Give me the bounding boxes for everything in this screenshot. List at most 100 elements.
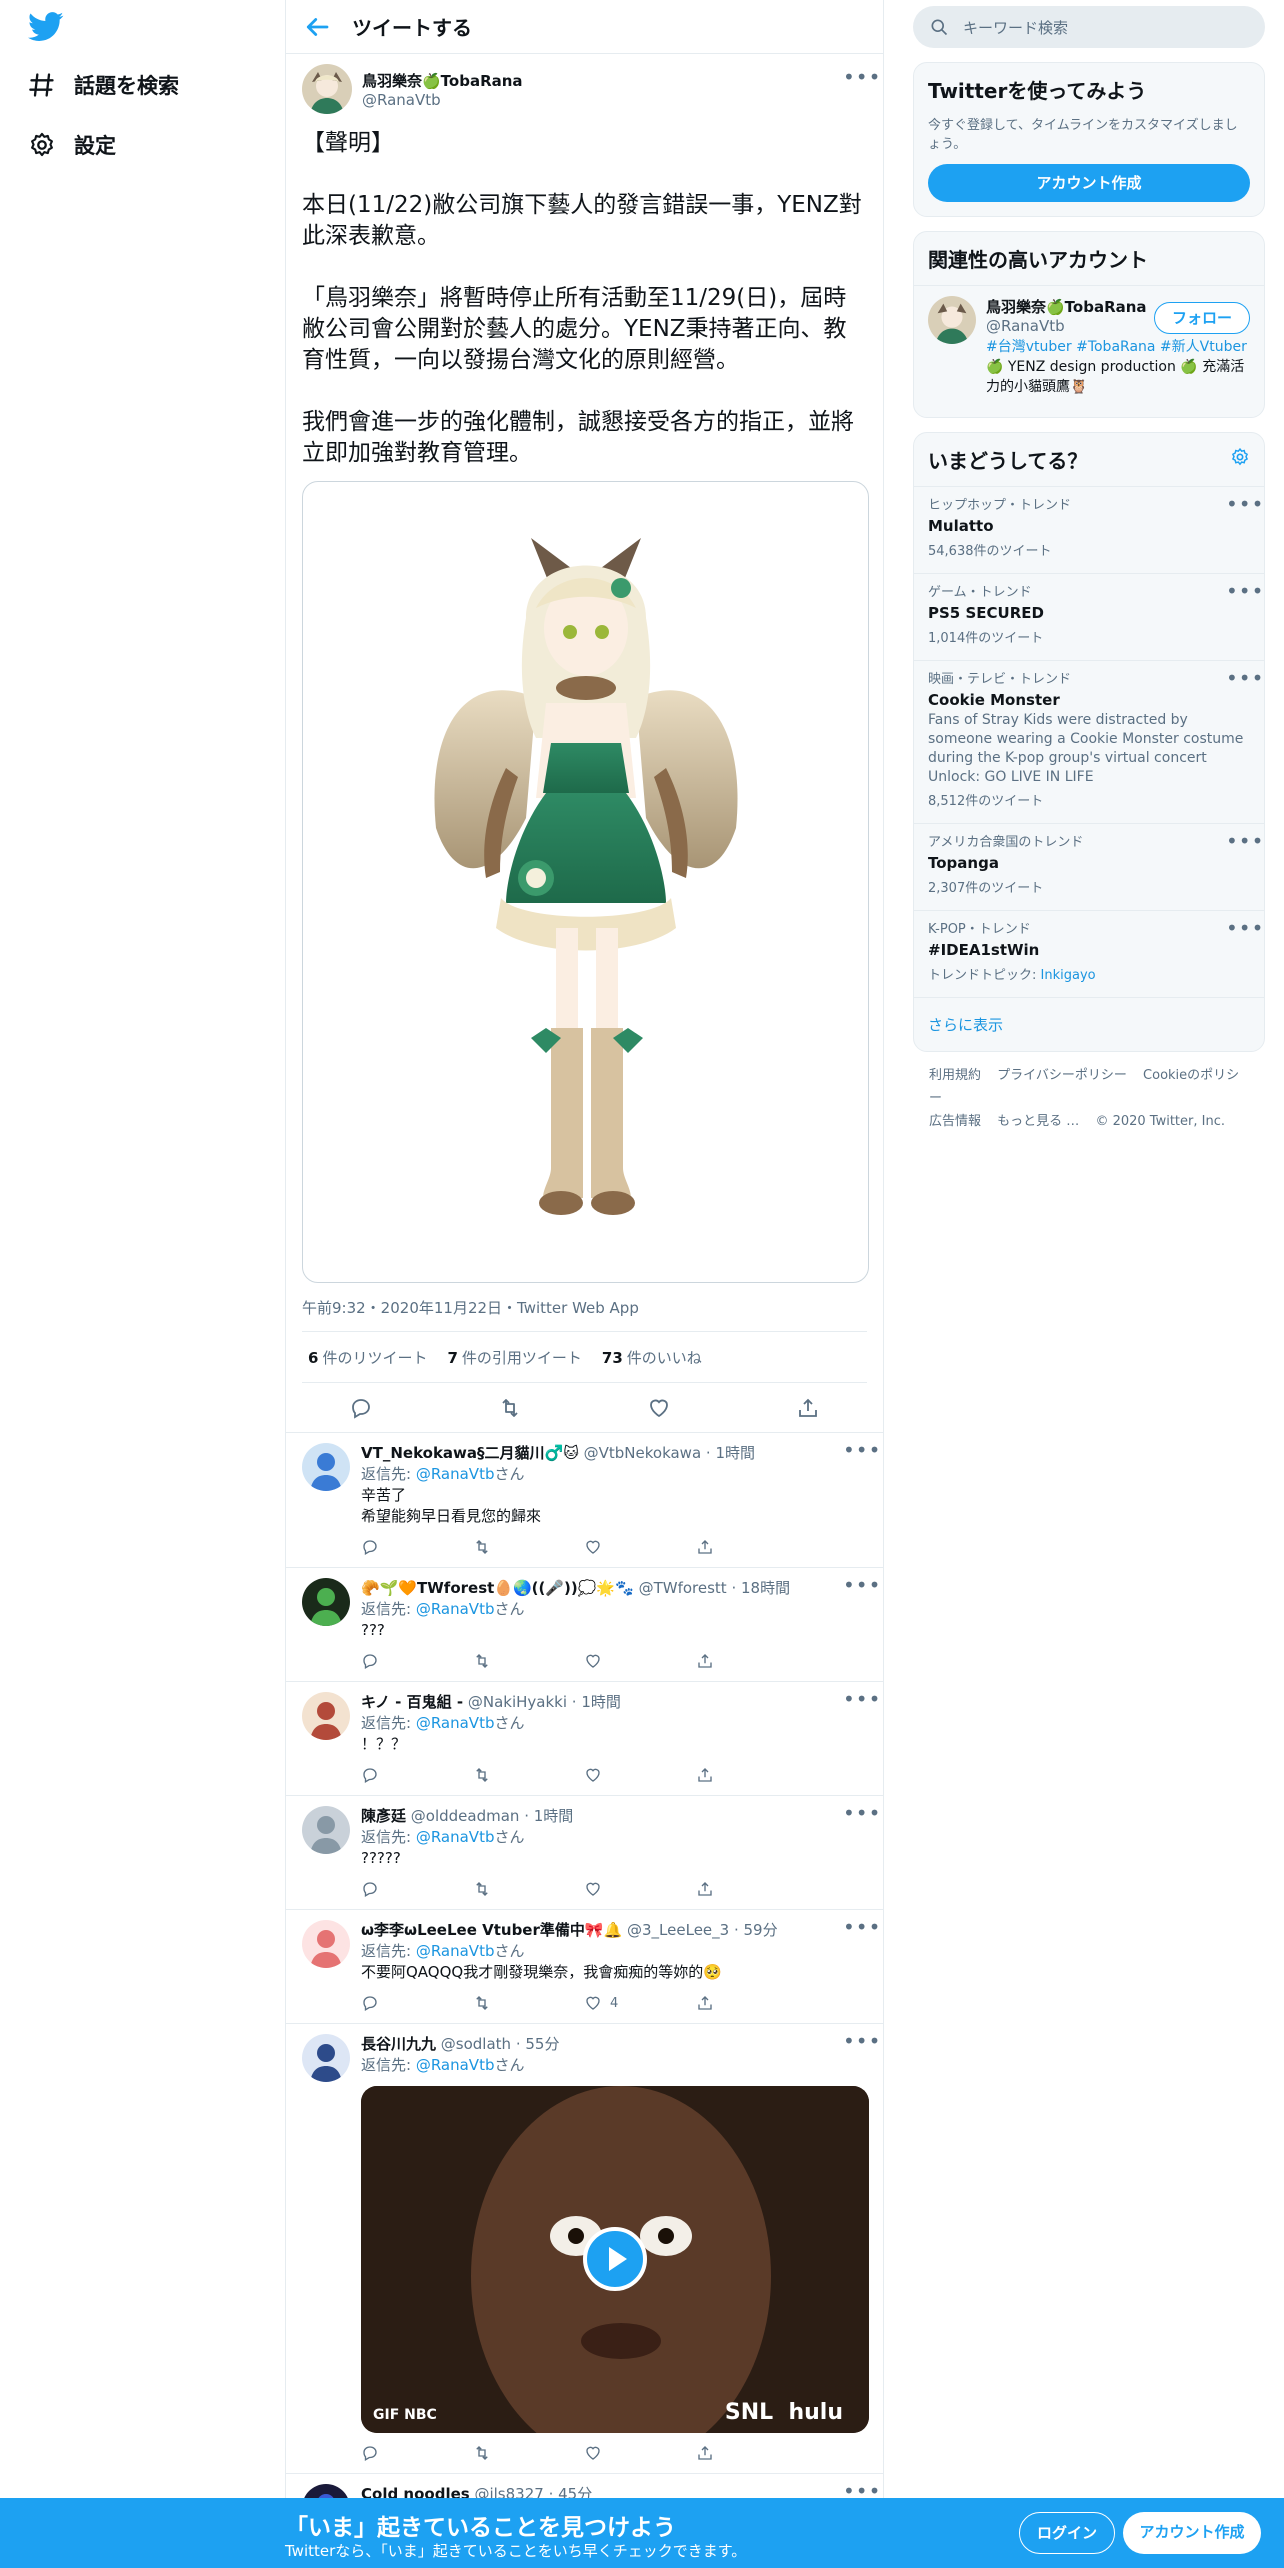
retweet-action[interactable]	[473, 1538, 585, 1556]
more-icon[interactable]: •••	[1226, 668, 1263, 689]
nav-settings[interactable]: 設定	[28, 121, 116, 169]
reply-author-name[interactable]: 陳彥廷	[361, 1807, 406, 1825]
create-account-button[interactable]: アカウント作成	[928, 164, 1250, 202]
reply-author-handle[interactable]: @sodlath	[441, 2035, 511, 2053]
share-icon[interactable]	[796, 1396, 820, 1420]
reply-tweet[interactable]: ••• ω李李ωLeeLee Vtuber準備中🎀🔔 @3_LeeLee_3 · …	[286, 1910, 883, 2024]
trend-item[interactable]: ••• 映画・テレビ・トレンド Cookie Monster Fans of Stra…	[914, 660, 1264, 823]
footer-link[interactable]: プライバシーポリシー	[997, 1068, 1127, 1083]
reply-action[interactable]	[361, 1994, 473, 2012]
retweet-count[interactable]: 6 件のリツイート	[308, 1347, 427, 1368]
share-action[interactable]	[696, 2444, 808, 2462]
reply-action[interactable]	[361, 1766, 473, 1784]
nav-explore[interactable]: 話題を検索	[28, 61, 179, 109]
more-icon[interactable]: •••	[843, 1689, 880, 1710]
more-icon[interactable]: •••	[843, 1575, 880, 1596]
reply-action[interactable]	[361, 1652, 473, 1670]
show-more-link[interactable]: さらに表示	[914, 997, 1264, 1051]
reply-to-link[interactable]: @RanaVtb	[416, 2056, 495, 2074]
trend-item[interactable]: ••• ゲーム・トレンド PS5 SECURED 1,014件のツイート	[914, 573, 1264, 660]
reply-to-link[interactable]: @RanaVtb	[416, 1942, 495, 1960]
like-action[interactable]	[584, 1652, 696, 1670]
like-icon[interactable]	[647, 1396, 671, 1420]
reply-tweet[interactable]: ••• 長谷川九九 @sodlath · 55分 返信先: @RanaVtbさん G…	[286, 2024, 883, 2474]
reply-to-link[interactable]: @RanaVtb	[416, 1600, 495, 1618]
reply-author-handle[interactable]: @VtbNekokawa	[584, 1444, 702, 1462]
trend-topic-link[interactable]: Inkigayo	[1041, 968, 1096, 983]
reply-time[interactable]: 59分	[744, 1921, 778, 1939]
reply-action[interactable]	[361, 1880, 473, 1898]
reply-to-link[interactable]: @RanaVtb	[416, 1714, 495, 1732]
quote-count[interactable]: 7 件の引用ツイート	[447, 1347, 581, 1368]
reply-author-name[interactable]: VT_Nekokawa§二月貓川♂️🐱	[361, 1444, 579, 1462]
more-icon[interactable]: •••	[843, 1917, 880, 1938]
reply-tweet[interactable]: ••• キノ - 百鬼組 - @NakiHyakki · 1時間 返信先: @Ran…	[286, 1682, 883, 1796]
more-icon[interactable]: •••	[843, 67, 880, 88]
reply-author-handle[interactable]: @3_LeeLee_3	[627, 1921, 729, 1939]
reply-time[interactable]: 18時間	[741, 1579, 790, 1597]
reply-tweet[interactable]: ••• VT_Nekokawa§二月貓川♂️🐱 @VtbNekokawa · 1時…	[286, 1433, 883, 1568]
avatar[interactable]	[928, 296, 976, 344]
reply-author-handle[interactable]: @TWforestt	[639, 1579, 727, 1597]
more-icon[interactable]: •••	[1226, 581, 1263, 602]
more-icon[interactable]: •••	[843, 1803, 880, 1824]
signup-button[interactable]: アカウント作成	[1123, 2512, 1261, 2554]
tweet-timestamp[interactable]: 午前9:32・2020年11月22日・Twitter Web App	[302, 1297, 867, 1319]
reply-action[interactable]	[361, 2444, 473, 2462]
more-icon[interactable]: •••	[843, 1440, 880, 1461]
share-action[interactable]	[696, 1766, 808, 1784]
play-button[interactable]	[583, 2227, 647, 2291]
reply-action[interactable]	[361, 1538, 473, 1556]
reply-author-handle[interactable]: @NakiHyakki	[468, 1693, 567, 1711]
more-icon[interactable]: •••	[1226, 918, 1263, 939]
avatar[interactable]	[302, 1806, 350, 1854]
search-input[interactable]: キーワード検索	[913, 6, 1265, 48]
avatar[interactable]	[302, 1443, 350, 1491]
follow-button[interactable]: フォロー	[1154, 302, 1250, 334]
footer-link[interactable]: 広告情報	[929, 1114, 981, 1129]
more-icon[interactable]: •••	[843, 2031, 880, 2052]
footer-link[interactable]: 利用規約	[929, 1068, 981, 1083]
share-action[interactable]	[696, 1880, 808, 1898]
reply-author-name[interactable]: 長谷川九九	[361, 2035, 436, 2053]
reply-author-handle[interactable]: @olddeadman	[411, 1807, 520, 1825]
reply-tweet[interactable]: ••• 🥐🌱🧡TWforest🥚🌏((🎤))💭🌟🐾 @TWforestt · 18…	[286, 1568, 883, 1682]
avatar[interactable]	[302, 1692, 350, 1740]
trend-item[interactable]: ••• K-POP・トレンド #IDEA1stWin トレンドトピック: Inkiga…	[914, 910, 1264, 997]
share-action[interactable]	[696, 1994, 808, 2012]
login-button[interactable]: ログイン	[1019, 2512, 1115, 2554]
share-action[interactable]	[696, 1652, 808, 1670]
related-account[interactable]: 鳥羽樂奈🍏TobaRana @RanaVtb #台灣vtuber #TobaRa…	[914, 285, 1264, 417]
like-action[interactable]	[584, 1766, 696, 1784]
reply-tweet[interactable]: ••• 陳彥廷 @olddeadman · 1時間 返信先: @RanaVtbさん?…	[286, 1796, 883, 1910]
reply-author-name[interactable]: 🥐🌱🧡TWforest🥚🌏((🎤))💭🌟🐾	[361, 1579, 634, 1597]
reply-author-name[interactable]: ω李李ωLeeLee Vtuber準備中🎀🔔	[361, 1921, 622, 1939]
retweet-action[interactable]	[473, 2444, 585, 2462]
author-name[interactable]: 鳥羽樂奈🍏TobaRana	[362, 70, 523, 91]
reply-to-link[interactable]: @RanaVtb	[416, 1828, 495, 1846]
retweet-action[interactable]	[473, 1880, 585, 1898]
avatar[interactable]	[302, 64, 352, 114]
retweet-action[interactable]	[473, 1652, 585, 1670]
reply-time[interactable]: 1時間	[581, 1693, 621, 1711]
like-count[interactable]: 73 件のいいね	[602, 1347, 702, 1368]
more-icon[interactable]: •••	[1226, 494, 1263, 515]
avatar[interactable]	[302, 1578, 350, 1626]
footer-link[interactable]: もっと見る …	[997, 1114, 1079, 1129]
like-action[interactable]	[584, 1880, 696, 1898]
twitter-logo-icon[interactable]	[28, 12, 64, 42]
settings-gear-icon[interactable]	[1230, 447, 1250, 467]
trend-item[interactable]: ••• アメリカ合衆国のトレンド Topanga 2,307件のツイート	[914, 823, 1264, 910]
more-icon[interactable]: •••	[1226, 831, 1263, 852]
like-action[interactable]	[584, 2444, 696, 2462]
author-handle[interactable]: @RanaVtb	[362, 91, 523, 109]
like-action[interactable]: 4	[584, 1994, 696, 2012]
reply-time[interactable]: 1時間	[534, 1807, 574, 1825]
share-action[interactable]	[696, 1538, 808, 1556]
gif-media[interactable]: GIF NBC SNL hulu	[361, 2086, 869, 2433]
tweet-image[interactable]	[302, 481, 869, 1283]
retweet-icon[interactable]	[498, 1396, 522, 1420]
avatar[interactable]	[302, 2034, 350, 2082]
retweet-action[interactable]	[473, 1766, 585, 1784]
back-arrow-icon[interactable]	[302, 12, 332, 42]
